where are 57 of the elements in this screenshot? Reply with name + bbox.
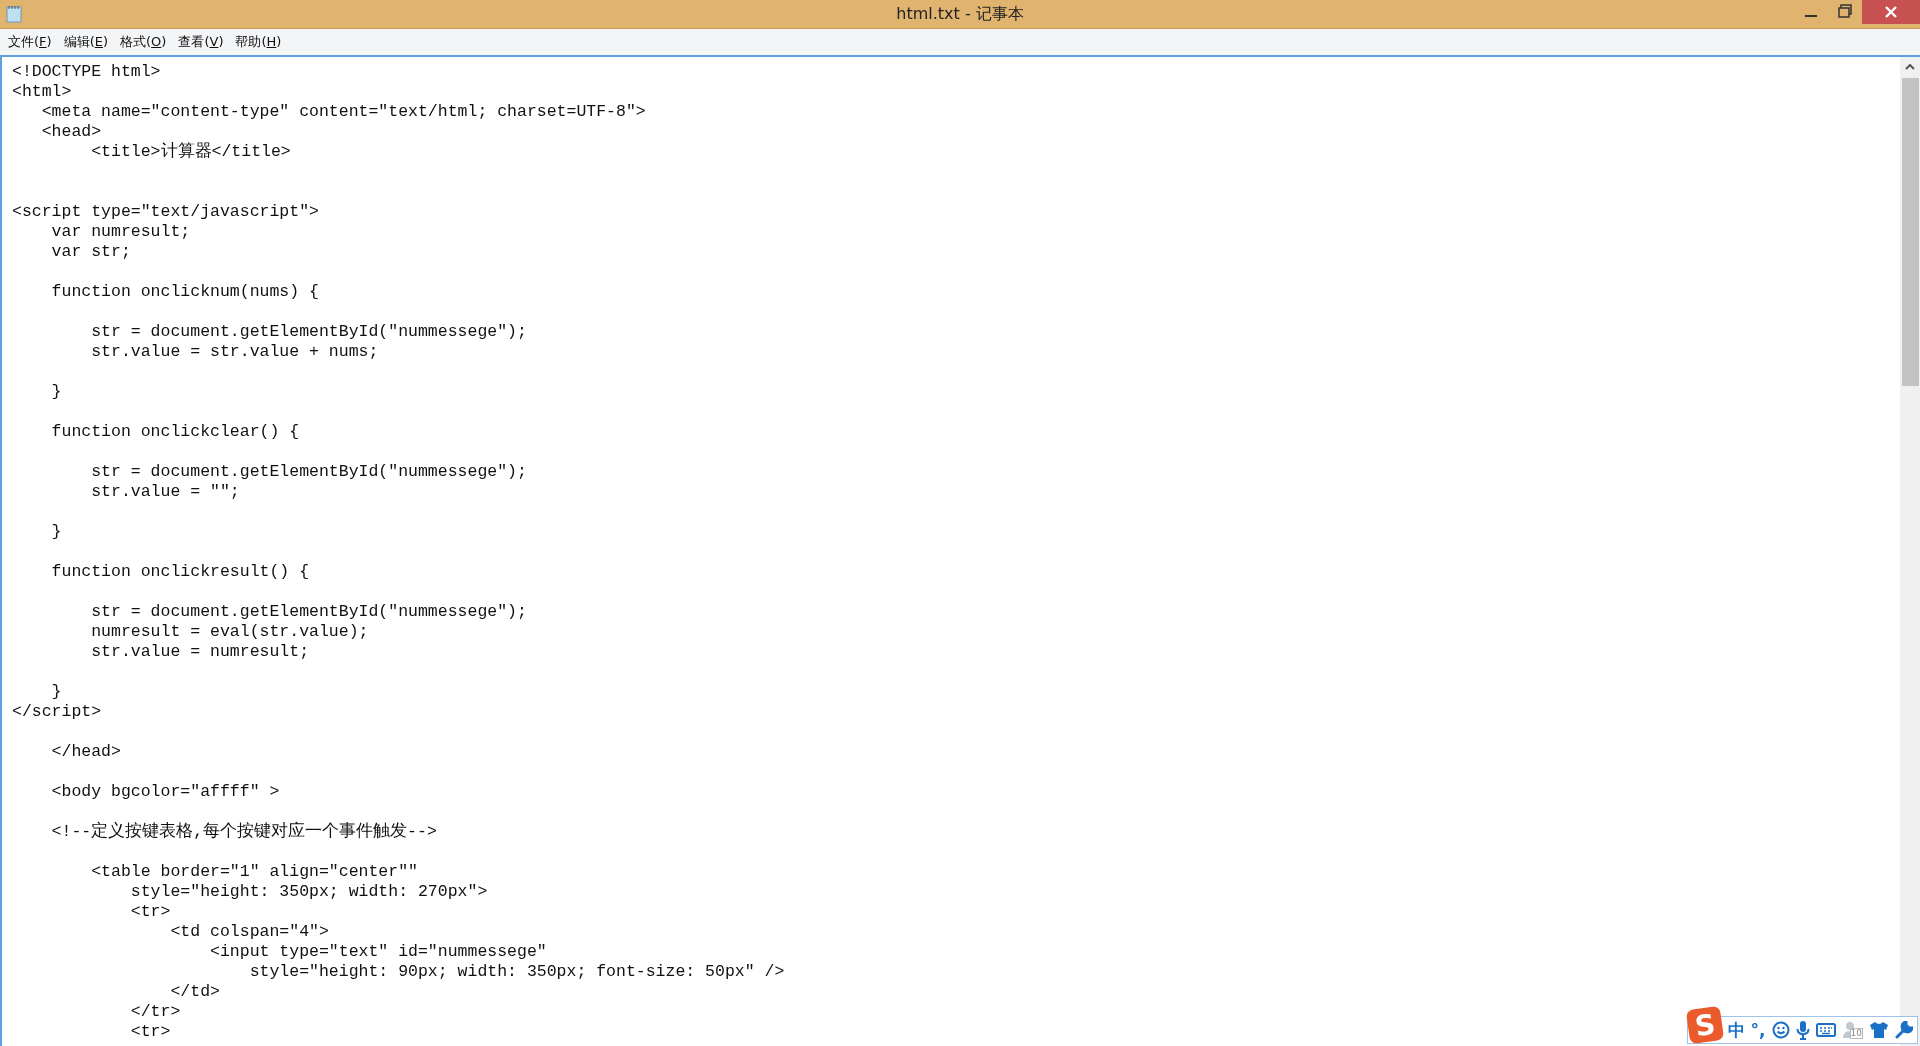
code-line: } [50, 382, 62, 402]
caret-up-icon [1905, 64, 1915, 70]
code-line: str = document.getElementById("nummessege"); [90, 602, 527, 622]
code-line: } [50, 682, 62, 702]
code-line: <title>计算器</title> [90, 142, 291, 162]
shirt-icon[interactable] [1869, 1021, 1889, 1039]
code-line: </td> [169, 982, 220, 1002]
code-line: <tr> [129, 902, 171, 922]
window-title: html.txt - 记事本 [896, 4, 1024, 23]
code-line: function onclicknum(nums) { [50, 282, 319, 302]
code-line: var numresult; [50, 222, 191, 242]
keyboard-icon[interactable] [1815, 1023, 1836, 1037]
code-line: str.value = ""; [90, 482, 240, 502]
menu-item[interactable]: 帮助(H) [229, 31, 288, 53]
code-line: </tr> [129, 1002, 181, 1022]
code-line: function onclickclear() { [50, 422, 300, 442]
code-line: </script> [12, 702, 102, 722]
scroll-thumb[interactable] [1901, 78, 1919, 386]
code-line: </head> [50, 742, 121, 762]
code-line: <!--定义按键表格,每个按键对应一个事件触发--> [50, 822, 437, 842]
code-line: numresult = eval(str.value); [90, 622, 369, 642]
menu-item[interactable]: 文件(F) [2, 31, 58, 53]
punctuation-toggle[interactable]: °, [1750, 1020, 1766, 1040]
user-count: 10 [1849, 1028, 1863, 1039]
code-line: style="height: 350px; width: 270px"> [129, 882, 488, 902]
code-line: <html> [12, 82, 72, 102]
code-line: <body bgcolor="affff" > [50, 782, 280, 802]
notepad-icon [6, 5, 22, 23]
code-line: <!DOCTYPE html> [12, 62, 161, 82]
code-line: str.value = numresult; [90, 642, 310, 662]
menu-item[interactable]: 查看(V) [172, 31, 230, 53]
close-icon [1885, 6, 1897, 18]
input-mode-toggle[interactable]: 中 [1727, 1018, 1745, 1042]
code-line: str.value = str.value + nums; [90, 342, 379, 362]
code-line: var str; [50, 242, 131, 262]
code-line: str = document.getElementById("nummessege"); [90, 462, 527, 482]
code-line: } [50, 522, 62, 542]
close-button[interactable] [1862, 0, 1920, 24]
microphone-icon[interactable] [1795, 1020, 1810, 1040]
minimize-icon [1805, 15, 1817, 17]
code-line: <meta name="content-type" content="text/html; charset=UTF-8"> [40, 102, 646, 122]
code-line: function onclickresult() { [50, 562, 310, 582]
code-line: <head> [40, 122, 102, 142]
code-line: <table border="1" align="center"" [90, 862, 418, 882]
menu-item[interactable]: 格式(O) [114, 31, 173, 53]
smiley-icon[interactable] [1771, 1021, 1790, 1039]
code-line: style="height: 90px; width: 350px; font-size: 50px" /> [248, 962, 785, 982]
ime-logo[interactable]: S [1685, 1005, 1724, 1045]
code-line: str = document.getElementById("nummessege"); [90, 322, 527, 342]
wrench-icon[interactable] [1895, 1021, 1913, 1039]
code-line: <td colspan="4"> [169, 922, 329, 942]
code-line: <input type="text" id="nummessege" [209, 942, 547, 962]
scrollbar[interactable] [1900, 57, 1920, 1046]
restore-icon [1838, 4, 1852, 18]
code-line: <script type="text/javascript"> [12, 202, 319, 222]
code-line: <tr> [129, 1022, 171, 1042]
menu-item[interactable]: 编辑(E) [57, 31, 114, 53]
